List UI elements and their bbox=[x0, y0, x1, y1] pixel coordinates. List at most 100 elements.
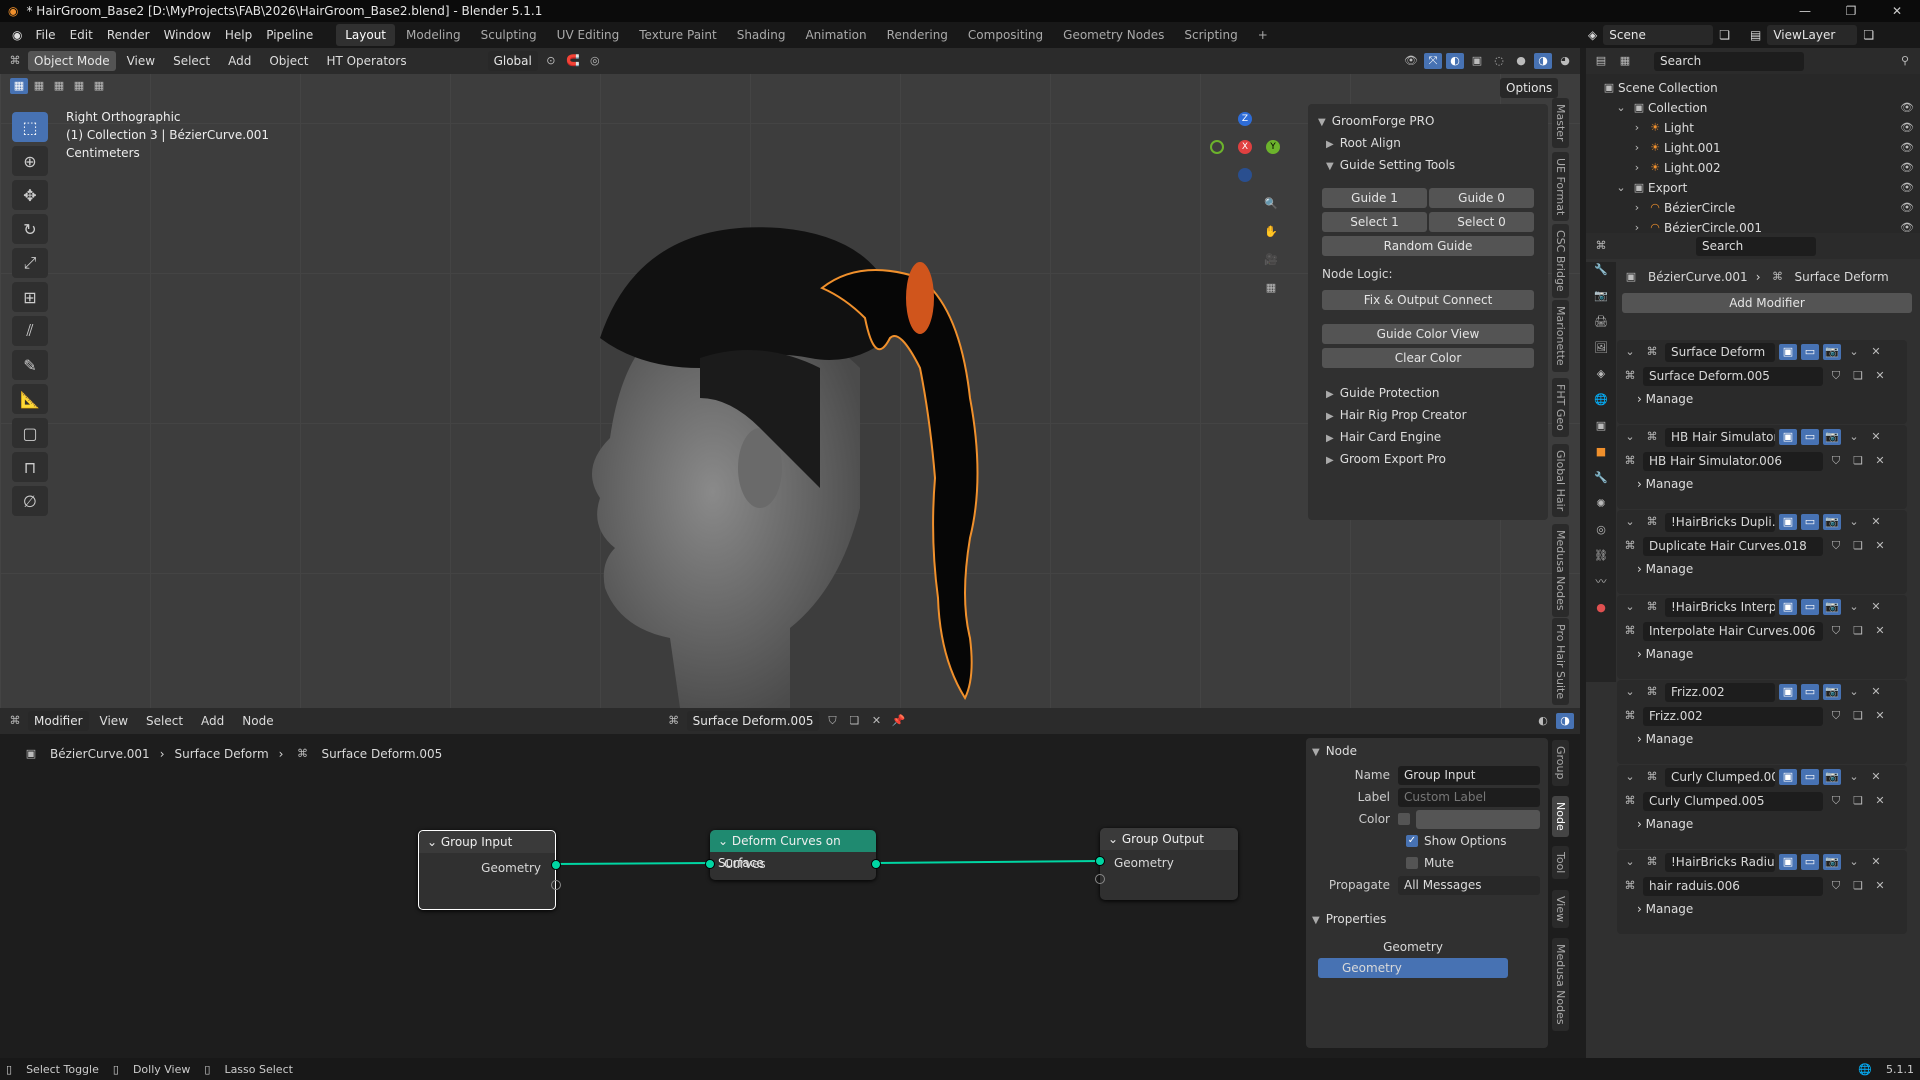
minimize-icon[interactable]: — bbox=[1782, 0, 1828, 22]
add-modifier-button[interactable]: Add Modifier bbox=[1622, 293, 1912, 313]
edit-mode-icon[interactable]: ▣ bbox=[1779, 599, 1797, 615]
properties-type-icon[interactable]: ⌘ bbox=[1592, 238, 1610, 254]
display-mode-icon[interactable]: ▦ bbox=[1616, 53, 1634, 69]
menu-file[interactable]: File bbox=[28, 22, 62, 48]
pan-hand-icon[interactable]: ✋ bbox=[1262, 224, 1280, 252]
edit-mode-icon[interactable]: ▣ bbox=[1779, 344, 1797, 360]
node-tab-tool[interactable]: Tool bbox=[1552, 846, 1569, 880]
new-viewlayer-icon[interactable]: ❏ bbox=[1863, 28, 1874, 42]
vp-tab-medusa-nodes[interactable]: Medusa Nodes bbox=[1552, 524, 1569, 617]
node-tab-node[interactable]: Node bbox=[1552, 796, 1569, 837]
modifier-name-field[interactable]: !HairBricks Interp... bbox=[1665, 597, 1775, 617]
chevron-right-icon[interactable]: › bbox=[1628, 160, 1646, 176]
unlink-icon[interactable]: ✕ bbox=[1871, 368, 1889, 384]
select-0-button[interactable]: Select 0 bbox=[1429, 212, 1534, 232]
filter-icon[interactable]: ⚲ bbox=[1896, 53, 1914, 69]
outliner-row-export[interactable]: ⌄ ▣ Export 👁 bbox=[1600, 178, 1916, 198]
unlink-icon[interactable]: ✕ bbox=[1871, 708, 1889, 724]
chevron-down-icon[interactable]: ⌄ bbox=[1621, 599, 1639, 615]
chevron-down-icon[interactable]: ⌄ bbox=[1621, 429, 1639, 445]
fake-user-icon[interactable]: ⛉ bbox=[1827, 538, 1845, 554]
vp-tab-marionette[interactable]: Marionette bbox=[1552, 300, 1569, 372]
viewport-display-icon[interactable]: ▭ bbox=[1801, 344, 1819, 360]
modifier-name-field[interactable]: HB Hair Simulator bbox=[1665, 427, 1775, 447]
guide-protection-section[interactable]: ▶ Guide Protection bbox=[1314, 382, 1542, 404]
unlink-icon[interactable]: ✕ bbox=[1871, 878, 1889, 894]
chevron-down-icon[interactable]: ⌄ bbox=[1621, 514, 1639, 530]
fake-user-icon[interactable]: ⛉ bbox=[1827, 368, 1845, 384]
duplicate-icon[interactable]: ❏ bbox=[1849, 538, 1867, 554]
zoom-icon[interactable]: 🔍 bbox=[1262, 196, 1280, 224]
tab-animation[interactable]: Animation bbox=[796, 24, 875, 46]
tab-texture-paint[interactable]: Texture Paint bbox=[630, 24, 725, 46]
group-output-geometry-socket[interactable] bbox=[1095, 856, 1105, 866]
scene-field[interactable]: Scene bbox=[1603, 25, 1714, 45]
outliner-row-beziercircle[interactable]: › ◠ BézierCircle 👁 bbox=[1600, 198, 1916, 218]
render-tab-icon[interactable]: 📷 bbox=[1586, 288, 1616, 314]
group-output-node[interactable]: ⌄ Group Output Geometry bbox=[1095, 828, 1238, 900]
select-box-icon[interactable]: ⬚ bbox=[12, 112, 48, 142]
node-tab-group[interactable]: Group bbox=[1552, 740, 1569, 786]
tab-sculpting[interactable]: Sculpting bbox=[472, 24, 546, 46]
show-options-checkbox[interactable]: ✓ bbox=[1406, 835, 1418, 847]
edit-mode-icon[interactable]: ▣ bbox=[1779, 684, 1797, 700]
3d-viewport[interactable]: ⌘ Object Mode View Select Add Object HT … bbox=[0, 48, 1580, 708]
camera-icon[interactable]: 🎥 bbox=[1262, 252, 1280, 280]
eye-icon[interactable]: 👁 bbox=[1898, 180, 1916, 196]
tab-modeling[interactable]: Modeling bbox=[397, 24, 470, 46]
modifier-panel[interactable]: ⌄ ⌘ Surface Deform ▣ ▭ 📷 ⌄ ✕ ⌘ Surface Deform.005… bbox=[1617, 340, 1907, 424]
physics-tab-icon[interactable]: ◎ bbox=[1586, 522, 1616, 548]
tab-layout[interactable]: Layout bbox=[336, 24, 396, 46]
groom-export-section[interactable]: ▶ Groom Export Pro bbox=[1314, 448, 1542, 470]
guide-tools-section[interactable]: ▼ Guide Setting Tools bbox=[1314, 154, 1542, 176]
duplicate-icon[interactable]: ❏ bbox=[1849, 878, 1867, 894]
viewport-display-icon[interactable]: ▭ bbox=[1801, 684, 1819, 700]
root-align-section[interactable]: ▶ Root Align bbox=[1314, 132, 1542, 154]
modifier-group-field[interactable]: hair raduis.006 bbox=[1643, 876, 1823, 896]
gizmo-z-axis[interactable]: Z bbox=[1238, 112, 1252, 126]
object-tab-icon[interactable]: ■ bbox=[1586, 444, 1616, 470]
manage-section[interactable]: › Manage bbox=[1617, 898, 1907, 920]
modifier-menu-icon[interactable]: ⌄ bbox=[1845, 769, 1863, 785]
rotate-icon[interactable]: ↻ bbox=[12, 214, 48, 244]
select-new-icon[interactable]: ▦ bbox=[10, 78, 28, 94]
manage-section[interactable]: › Manage bbox=[1617, 388, 1907, 410]
remove-modifier-icon[interactable]: ✕ bbox=[1867, 344, 1885, 360]
measure-icon[interactable]: 📐 bbox=[12, 384, 48, 414]
fake-user-icon[interactable]: ⛉ bbox=[1827, 623, 1845, 639]
eye-icon[interactable]: 👁 bbox=[1898, 140, 1916, 156]
duplicate-icon[interactable]: ❏ bbox=[1849, 623, 1867, 639]
gizmo-neg-z[interactable] bbox=[1238, 168, 1252, 182]
ortho-grid-icon[interactable]: ▦ bbox=[1262, 280, 1280, 308]
outliner-type-icon[interactable]: ▤ bbox=[1592, 53, 1610, 69]
chevron-down-icon[interactable]: ⌄ bbox=[1621, 769, 1639, 785]
view-layer-tab-icon[interactable]: 🖼 bbox=[1586, 340, 1616, 366]
chevron-down-icon[interactable]: ⌄ bbox=[1612, 180, 1630, 196]
modifier-group-field[interactable]: Curly Clumped.005 bbox=[1643, 791, 1823, 811]
tab-shading[interactable]: Shading bbox=[728, 24, 795, 46]
snap-icon[interactable]: 🧲 bbox=[564, 53, 582, 69]
remove-modifier-icon[interactable]: ✕ bbox=[1867, 429, 1885, 445]
world-tab-icon[interactable]: 🌐 bbox=[1586, 392, 1616, 418]
group-input-node[interactable]: ⌄ Group Input Geometry bbox=[418, 830, 561, 910]
gizmo-x-axis[interactable]: X bbox=[1238, 140, 1252, 154]
maximize-icon[interactable]: ❐ bbox=[1828, 0, 1874, 22]
modifier-menu-icon[interactable]: ⌄ bbox=[1845, 854, 1863, 870]
transform-icon[interactable]: ⊞ bbox=[12, 282, 48, 312]
unlink-icon[interactable]: ✕ bbox=[1871, 793, 1889, 809]
wireframe-shading-icon[interactable]: ◌ bbox=[1490, 53, 1508, 69]
mute-row[interactable]: Mute bbox=[1306, 852, 1548, 874]
clear-color-button[interactable]: Clear Color bbox=[1322, 348, 1534, 368]
chevron-right-icon[interactable]: › bbox=[1628, 140, 1646, 156]
annotate-icon[interactable]: ✎ bbox=[12, 350, 48, 380]
interface-item-geometry[interactable]: Geometry bbox=[1318, 936, 1508, 958]
modifier-group-field[interactable]: Frizz.002 bbox=[1643, 706, 1823, 726]
tab-geometry-nodes[interactable]: Geometry Nodes bbox=[1054, 24, 1173, 46]
outliner-search[interactable]: Search bbox=[1654, 51, 1804, 71]
chevron-down-icon[interactable]: ⌄ bbox=[1612, 100, 1630, 116]
hair-card-section[interactable]: ▶ Hair Card Engine bbox=[1314, 426, 1542, 448]
outliner-row-light-002[interactable]: › ☀ Light.002 👁 bbox=[1600, 158, 1916, 178]
select-invert-icon[interactable]: ▦ bbox=[70, 78, 88, 94]
mode-dropdown[interactable]: Object Mode bbox=[28, 51, 116, 71]
edit-mode-icon[interactable]: ▣ bbox=[1779, 769, 1797, 785]
